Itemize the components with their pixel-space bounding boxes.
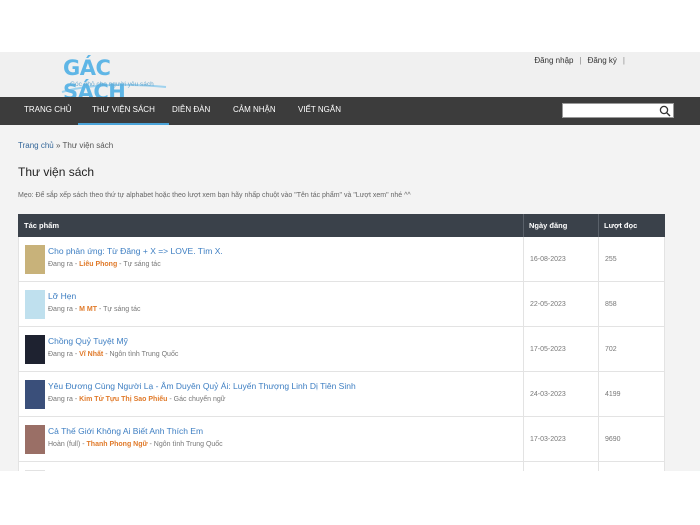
book-category[interactable]: - Ngôn tình Trung Quốc	[148, 441, 223, 448]
link-separator: |	[579, 56, 582, 65]
nav-item-reviews[interactable]: CẢM NHẬN	[233, 97, 276, 125]
site-header: GÁC SÁCH Góc nhỏ cho người yêu sách Đăng…	[0, 52, 700, 104]
book-date: 22-05-2023	[530, 301, 566, 308]
header-work[interactable]: Tác phẩm	[24, 214, 59, 237]
book-date: 17-05-2023	[530, 346, 566, 353]
book-cover[interactable]	[25, 290, 45, 319]
nav-item-library[interactable]: THƯ VIỆN SÁCH	[78, 97, 169, 125]
book-author[interactable]: Kim Tử Tựu Thị Sao Phiếu	[79, 396, 167, 403]
book-status: Đang ra -	[48, 306, 80, 313]
book-status: Đang ra -	[48, 351, 80, 358]
book-cover[interactable]	[25, 335, 45, 364]
book-date: 24-03-2023	[530, 391, 566, 398]
column-divider	[598, 417, 599, 462]
book-category[interactable]: - Tự sáng tác	[117, 261, 161, 268]
header-views[interactable]: Lượt đọc	[604, 214, 637, 237]
column-divider	[523, 237, 524, 282]
register-link[interactable]: Đăng ký	[585, 56, 620, 65]
site-logo[interactable]: GÁC SÁCH Góc nhỏ cho người yêu sách	[60, 55, 168, 104]
book-title[interactable]: Yêu Đương Cùng Người Lạ - Âm Duyên Quỷ Á…	[48, 381, 356, 391]
book-category[interactable]: - Tự sáng tác	[97, 306, 141, 313]
book-meta: Hoàn (full) - Thanh Phong Ngữ - Ngôn tìn…	[48, 441, 223, 448]
link-separator: |	[622, 56, 625, 65]
book-views: 9690	[605, 436, 621, 443]
table-row: Cho phản ứng: Từ Đăng + X => LOVE. Tìm X…	[18, 237, 665, 282]
book-cover[interactable]	[25, 245, 45, 274]
page-title: Thư viện sách	[18, 165, 95, 179]
main-content: Trang chủ » Thư viện sách Thư viện sách …	[0, 125, 700, 474]
book-views: 4199	[605, 391, 621, 398]
book-author[interactable]: Vĩ Nhất	[79, 351, 103, 358]
bottom-margin	[0, 471, 700, 525]
breadcrumb-current: Thư viện sách	[62, 141, 114, 150]
book-author[interactable]: Liêu Phong	[79, 261, 117, 268]
search-icon[interactable]	[659, 105, 671, 117]
column-divider	[523, 214, 524, 237]
book-title[interactable]: Lỡ Hẹn	[48, 291, 76, 301]
book-cover[interactable]	[25, 425, 45, 454]
book-views: 255	[605, 256, 617, 263]
book-author[interactable]: Thanh Phong Ngữ	[87, 441, 148, 448]
book-date: 17-03-2023	[530, 436, 566, 443]
book-status: Hoàn (full) -	[48, 441, 87, 448]
breadcrumb: Trang chủ » Thư viện sách	[18, 141, 113, 150]
book-status: Đang ra -	[48, 396, 80, 403]
search-input[interactable]	[562, 103, 674, 118]
user-links: Đăng nhập | Đăng ký |	[531, 56, 628, 65]
header-date[interactable]: Ngày đăng	[529, 214, 567, 237]
book-meta: Đang ra - M MT - Tự sáng tác	[48, 306, 140, 313]
table-header: Tác phẩm Ngày đăng Lượt đọc	[18, 214, 665, 237]
book-meta: Đang ra - Kim Tử Tựu Thị Sao Phiếu - Gác…	[48, 396, 225, 403]
column-divider	[523, 327, 524, 372]
top-margin	[0, 0, 700, 52]
column-divider	[598, 327, 599, 372]
column-divider	[523, 282, 524, 327]
book-title[interactable]: Cả Thế Giới Không Ai Biết Anh Thích Em	[48, 426, 203, 436]
column-divider	[598, 372, 599, 417]
book-meta: Đang ra - Vĩ Nhất - Ngôn tình Trung Quốc	[48, 351, 178, 358]
table-row: Chồng Quỷ Tuyệt Mỹ Đang ra - Vĩ Nhất - N…	[18, 327, 665, 372]
table-row: Yêu Đương Cùng Người Lạ - Âm Duyên Quỷ Á…	[18, 372, 665, 417]
book-status: Đang ra -	[48, 261, 80, 268]
main-nav: TRANG CHỦ THƯ VIỆN SÁCH DIỄN ĐÀN CẢM NHẬ…	[0, 97, 700, 125]
book-cover[interactable]	[25, 380, 45, 409]
book-category[interactable]: - Gác chuyển ngữ	[167, 396, 225, 403]
column-divider	[598, 237, 599, 282]
table-row: Lỡ Hẹn Đang ra - M MT - Tự sáng tác 22-0…	[18, 282, 665, 327]
book-date: 16-08-2023	[530, 256, 566, 263]
book-views: 858	[605, 301, 617, 308]
book-title[interactable]: Chồng Quỷ Tuyệt Mỹ	[48, 336, 128, 346]
breadcrumb-home[interactable]: Trang chủ	[18, 141, 54, 150]
book-table: Tác phẩm Ngày đăng Lượt đọc Cho phản ứng…	[18, 214, 665, 474]
book-title[interactable]: Cho phản ứng: Từ Đăng + X => LOVE. Tìm X…	[48, 246, 223, 256]
book-category[interactable]: - Ngôn tình Trung Quốc	[103, 351, 178, 358]
book-meta: Đang ra - Liêu Phong - Tự sáng tác	[48, 261, 161, 268]
nav-item-forum[interactable]: DIỄN ĐÀN	[172, 97, 210, 125]
table-row: Cả Thế Giới Không Ai Biết Anh Thích Em H…	[18, 417, 665, 462]
sort-tip: Mẹo: Để sắp xếp sách theo thứ tự alphabe…	[18, 192, 411, 199]
logo-tagline: Góc nhỏ cho người yêu sách	[70, 81, 154, 88]
nav-item-short-writing[interactable]: VIẾT NGẮN	[298, 97, 341, 125]
login-link[interactable]: Đăng nhập	[531, 56, 576, 65]
book-author[interactable]: M MT	[79, 306, 97, 313]
column-divider	[598, 214, 599, 237]
book-views: 702	[605, 346, 617, 353]
nav-item-home[interactable]: TRANG CHỦ	[24, 97, 72, 125]
column-divider	[598, 282, 599, 327]
column-divider	[523, 372, 524, 417]
column-divider	[523, 417, 524, 462]
